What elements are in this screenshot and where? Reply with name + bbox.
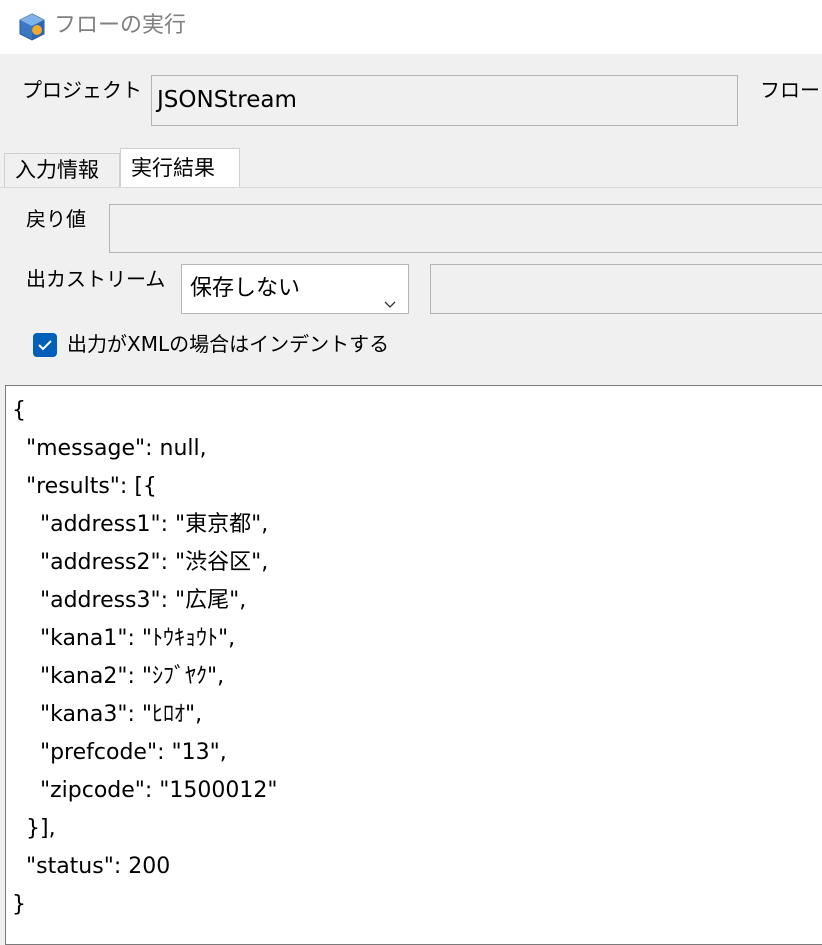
tab-execution-result[interactable]: 実行結果 [120,148,240,188]
return-value-label: 戻り値 [26,207,86,231]
window-title: フローの実行 [54,13,187,38]
output-textarea[interactable]: { "message": null, "results": [{ "addres… [5,385,822,945]
title-bar: フローの実行 [0,0,822,54]
return-value-field[interactable] [109,204,822,253]
check-icon [33,340,57,361]
output-line: }], [12,816,56,841]
output-line: "zipcode": "1500012" [12,778,278,803]
output-line: "status": 200 [12,854,171,879]
output-line: "address2": "渋谷区", [12,550,269,575]
output-stream-select[interactable]: 保存しない [181,264,409,314]
output-stream-label: 出カストリーム [26,267,166,291]
output-line: { [12,398,26,423]
flow-label: フロー [760,78,820,102]
output-line: "prefcode": "13", [12,740,227,765]
output-line: "address3": "広尾", [12,588,247,613]
output-line: "kana3": "ﾋﾛｵ", [12,702,203,727]
project-label: プロジェクト [22,78,142,102]
output-line: } [12,892,26,917]
output-line: "message": null, [12,436,207,461]
indent-checkbox-label: 出力がXMLの場合はインデントする [67,332,390,356]
output-line: "address1": "東京都", [12,512,269,537]
chevron-down-icon [384,281,396,308]
output-line: "kana1": "ﾄｳｷｮｳﾄ", [12,626,236,651]
app-cube-icon [16,11,48,43]
output-stream-path-field[interactable] [430,264,822,314]
tab-input-info[interactable]: 入力情報 [4,153,120,187]
indent-checkbox[interactable] [33,333,57,357]
output-line: "results": [{ [12,474,157,499]
output-stream-select-value: 保存しない [190,276,301,301]
output-line: "kana2": "ｼﾌﾞﾔｸ", [12,664,225,689]
project-field[interactable]: JSONStream [151,75,738,126]
